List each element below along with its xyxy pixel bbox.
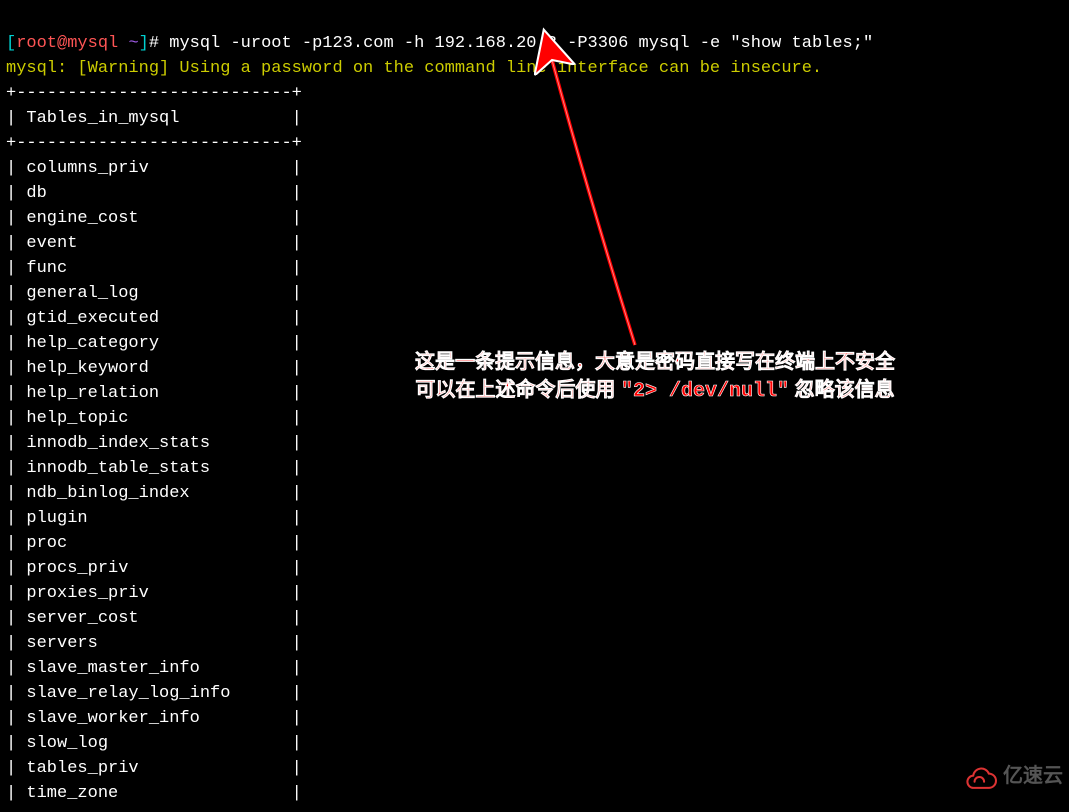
prompt-user-host: root@mysql	[16, 34, 118, 53]
table-row: | procs_priv |	[6, 559, 302, 578]
table-header: | Tables_in_mysql |	[6, 109, 302, 128]
table-row: | engine_cost |	[6, 209, 302, 228]
table-row: | event |	[6, 234, 302, 253]
table-row: | servers |	[6, 634, 302, 653]
table-row: | slave_worker_info |	[6, 709, 302, 728]
table-row: | tables_priv |	[6, 759, 302, 778]
table-row: | help_relation |	[6, 384, 302, 403]
table-row: | ndb_binlog_index |	[6, 484, 302, 503]
cloud-logo-icon	[963, 765, 997, 789]
table-row: | general_log |	[6, 284, 302, 303]
table-row: | innodb_index_stats |	[6, 434, 302, 453]
table-row: | time_zone |	[6, 784, 302, 803]
table-row: | db |	[6, 184, 302, 203]
command-text: mysql -uroot -p123.com -h 192.168.20.2 -…	[169, 34, 873, 53]
table-row: | plugin |	[6, 509, 302, 528]
annotation-line2-prefix: 可以在上述命令后使用	[415, 379, 621, 401]
prompt-open-bracket: [	[6, 34, 16, 53]
table-row: | gtid_executed |	[6, 309, 302, 328]
annotation-line2-suffix: 忽略该信息	[789, 379, 895, 401]
annotation-line-2: 可以在上述命令后使用 "2> /dev/null" 忽略该信息	[415, 376, 895, 406]
table-border-mid: +---------------------------+	[6, 134, 302, 153]
annotation-line2-quote: "2> /dev/null"	[621, 380, 789, 403]
prompt-tilde: ~	[128, 34, 138, 53]
watermark-text: 亿速云	[1003, 764, 1063, 789]
table-row: | slave_master_info |	[6, 659, 302, 678]
warning-line: mysql: [Warning] Using a password on the…	[6, 59, 822, 78]
annotation-line-1: 这是一条提示信息，大意是密码直接写在终端上不安全	[415, 348, 895, 376]
table-row: | innodb_table_stats |	[6, 459, 302, 478]
prompt-space	[118, 34, 128, 53]
table-row: | help_category |	[6, 334, 302, 353]
table-row: | proc |	[6, 534, 302, 553]
table-border-top: +---------------------------+	[6, 84, 302, 103]
table-row: | help_keyword |	[6, 359, 302, 378]
prompt-close-bracket: ]	[139, 34, 149, 53]
table-row: | help_topic |	[6, 409, 302, 428]
table-row: | slave_relay_log_info |	[6, 684, 302, 703]
table-row: | slow_log |	[6, 734, 302, 753]
terminal-output: [root@mysql ~]# mysql -uroot -p123.com -…	[0, 0, 1069, 812]
annotation-text: 这是一条提示信息，大意是密码直接写在终端上不安全 可以在上述命令后使用 "2> …	[415, 348, 895, 406]
table-row: | func |	[6, 259, 302, 278]
table-row: | server_cost |	[6, 609, 302, 628]
prompt-hash: #	[149, 34, 159, 53]
table-row: | proxies_priv |	[6, 584, 302, 603]
table-row: | columns_priv |	[6, 159, 302, 178]
watermark: 亿速云	[963, 764, 1063, 789]
